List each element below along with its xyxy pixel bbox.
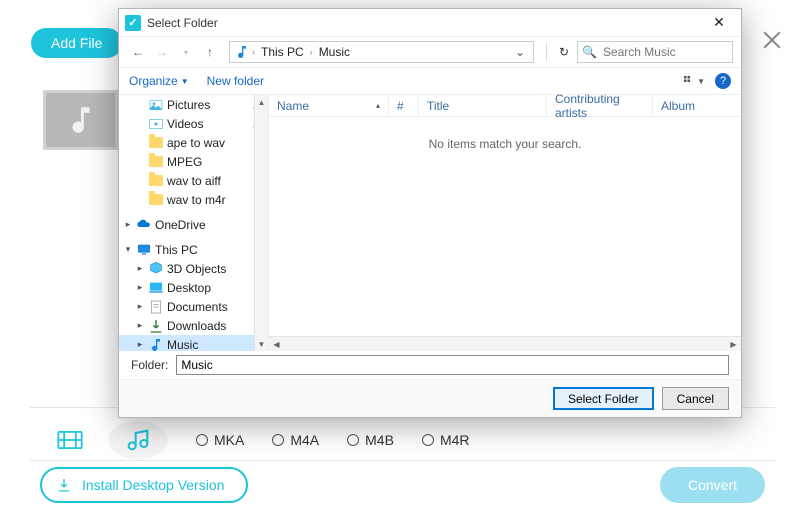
organize-menu[interactable]: Organize▼ <box>129 74 189 88</box>
scroll-up-icon[interactable]: ▲ <box>255 95 268 109</box>
tree-item-pictures[interactable]: ▸Pictures📌 <box>119 95 268 114</box>
new-folder-button[interactable]: New folder <box>207 74 264 88</box>
breadcrumb-music[interactable]: Music <box>315 45 354 59</box>
select-folder-button[interactable]: Select Folder <box>553 387 654 410</box>
breadcrumb-dropdown-icon[interactable]: ⌄ <box>511 45 529 59</box>
scroll-right-icon[interactable]: ▶ <box>726 340 741 349</box>
music-folder-icon <box>234 44 250 60</box>
format-option-m4a[interactable]: M4A <box>272 432 319 448</box>
titlebar: ✓ Select Folder ✕ <box>119 9 741 37</box>
video-icon[interactable] <box>40 421 100 459</box>
tree-item-3d-objects[interactable]: ▸3D Objects <box>119 259 268 278</box>
tree-item-music[interactable]: ▸Music <box>119 335 268 351</box>
tree-item-mpeg[interactable]: ▸MPEG <box>119 152 268 171</box>
close-icon[interactable]: ✕ <box>703 11 735 35</box>
install-desktop-button[interactable]: Install Desktop Version <box>40 467 248 503</box>
add-file-button[interactable]: Add File <box>31 28 122 58</box>
format-row: MKA M4A M4B M4R <box>40 420 770 460</box>
toolbar: Organize▼ New folder ▼ ? <box>119 67 741 95</box>
list-h-scrollbar[interactable]: ◀ ▶ <box>269 336 741 351</box>
breadcrumb[interactable]: › This PC › Music ⌄ <box>229 41 534 63</box>
search-input[interactable] <box>601 44 760 60</box>
help-icon[interactable]: ? <box>715 73 731 89</box>
download-icon <box>56 477 72 493</box>
tree-item-onedrive[interactable]: ▸OneDrive <box>119 215 268 234</box>
search-icon: 🔍 <box>582 45 597 59</box>
format-option-m4r[interactable]: M4R <box>422 432 470 448</box>
scroll-down-icon[interactable]: ▼ <box>255 337 268 351</box>
format-option-m4b[interactable]: M4B <box>347 432 394 448</box>
media-thumbnail <box>43 90 118 150</box>
convert-button[interactable]: Convert <box>660 467 765 503</box>
recent-dropdown-icon[interactable]: ▾ <box>175 41 197 63</box>
up-icon[interactable]: ↑ <box>199 41 221 63</box>
view-options-icon[interactable]: ▼ <box>683 72 705 90</box>
audio-icon[interactable] <box>108 421 168 459</box>
tree-item-wav-to-m4r[interactable]: ▸wav to m4r <box>119 190 268 209</box>
format-option-mka[interactable]: MKA <box>196 432 244 448</box>
tree-item-ape-to-wav[interactable]: ▸ape to wav <box>119 133 268 152</box>
dialog-title: Select Folder <box>147 16 703 30</box>
empty-message: No items match your search. <box>429 137 582 151</box>
tree-item-this-pc[interactable]: ▾This PC <box>119 240 268 259</box>
refresh-icon[interactable]: ↻ <box>553 41 575 63</box>
folder-label: Folder: <box>131 358 168 372</box>
tree-item-wav-to-aiff[interactable]: ▸wav to aiff <box>119 171 268 190</box>
music-icon <box>64 103 98 137</box>
search-box[interactable]: 🔍 <box>577 41 733 63</box>
scroll-left-icon[interactable]: ◀ <box>269 340 284 349</box>
app-close-icon[interactable] <box>761 29 783 51</box>
tree-item-videos[interactable]: ▸Videos📌 <box>119 114 268 133</box>
folder-input-row: Folder: <box>119 351 741 379</box>
tree-scrollbar[interactable]: ▲ ▼ <box>254 95 268 351</box>
tree-item-downloads[interactable]: ▸Downloads <box>119 316 268 335</box>
column-headers[interactable]: Name▴ # Title Contributing artists Album <box>269 95 741 117</box>
tree-item-documents[interactable]: ▸Documents <box>119 297 268 316</box>
file-list: Name▴ # Title Contributing artists Album… <box>269 95 741 351</box>
folder-tree[interactable]: ▸Pictures📌▸Videos📌▸ape to wav▸MPEG▸wav t… <box>119 95 269 351</box>
file-list-body: No items match your search. <box>269 117 741 336</box>
forward-icon: → <box>151 41 173 63</box>
app-logo-icon: ✓ <box>125 15 141 31</box>
nav-bar: ← → ▾ ↑ › This PC › Music ⌄ ↻ 🔍 <box>119 37 741 67</box>
back-icon[interactable]: ← <box>127 41 149 63</box>
breadcrumb-thispc[interactable]: This PC <box>257 45 308 59</box>
folder-input[interactable] <box>176 355 729 375</box>
dialog-buttons: Select Folder Cancel <box>119 379 741 417</box>
select-folder-dialog: ✓ Select Folder ✕ ← → ▾ ↑ › This PC › Mu… <box>118 8 742 418</box>
tree-item-desktop[interactable]: ▸Desktop <box>119 278 268 297</box>
divider <box>30 460 775 461</box>
cancel-button[interactable]: Cancel <box>662 387 729 410</box>
